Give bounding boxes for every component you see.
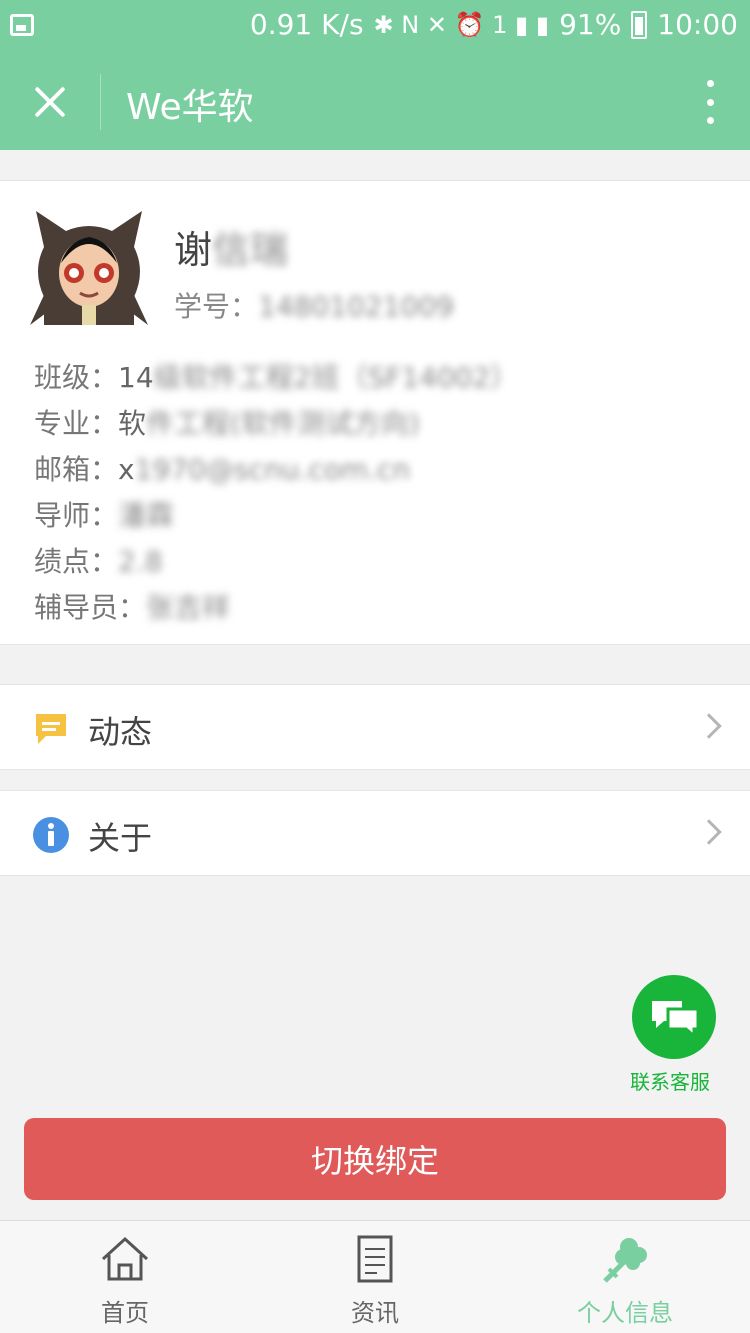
tab-label-home: 首页 (101, 1299, 149, 1327)
app-header: We华软 (0, 52, 750, 150)
status-icons: ✱ N ✕ ⏰ 1 ▮ ▮ (373, 10, 550, 39)
page-title: We华软 (126, 87, 254, 128)
tab-label-news: 资讯 (351, 1299, 399, 1327)
info-list: 班级：14级软件工程2班（SF14002） 专业：软件工程(软件测试方向) 邮箱… (34, 355, 518, 631)
clock: 10:00 (657, 8, 738, 41)
student-name: 谢信瑞 (174, 219, 288, 274)
battery-percent: 91% (559, 8, 622, 41)
chevron-right-icon (696, 713, 722, 739)
status-right: 0.91 K/s ✱ N ✕ ⏰ 1 ▮ ▮ 91% 10:00 (250, 8, 738, 41)
chevron-right-icon (696, 819, 722, 845)
gallery-icon (10, 14, 34, 36)
switch-binding-button[interactable]: 切换绑定 (24, 1118, 726, 1200)
net-speed: 0.91 K/s (249, 8, 364, 41)
close-icon[interactable] (24, 76, 76, 128)
info-counselor: 辅导员：张吉祥 (34, 591, 231, 624)
info-email: 邮箱：x1970@scnu.com.cn (34, 453, 411, 486)
flower-bouquet-icon (603, 1238, 647, 1283)
student-id-redacted: 14801021009 (258, 290, 454, 323)
home-icon (101, 1236, 149, 1281)
tab-profile[interactable]: 个人信息 (500, 1221, 750, 1333)
battery-icon (631, 10, 648, 39)
tab-news[interactable]: 资讯 (250, 1221, 500, 1333)
menu-item-dynamics[interactable]: 动态 (0, 684, 750, 770)
octocat-avatar-icon (30, 211, 148, 325)
customer-service-label: 联系客服 (630, 1070, 710, 1094)
tab-label-profile: 个人信息 (577, 1299, 673, 1327)
info-major: 专业：软件工程(软件测试方向) (34, 407, 420, 440)
header-divider (100, 74, 101, 130)
info-gpa: 绩点：2.8 (34, 545, 163, 578)
info-tutor: 导师：潘霖 (34, 499, 175, 532)
menu-label-about: 关于 (88, 819, 153, 857)
menu-label-dynamics: 动态 (88, 713, 153, 751)
info-icon (33, 817, 69, 853)
document-icon (357, 1235, 393, 1283)
message-icon (36, 714, 66, 744)
chat-bubbles-icon (652, 1001, 700, 1040)
info-class: 班级：14级软件工程2班（SF14002） (34, 361, 519, 394)
menu-item-about[interactable]: 关于 (0, 790, 750, 876)
tab-bar: 首页 资讯 个人信息 (0, 1220, 750, 1333)
tab-home[interactable]: 首页 (0, 1221, 250, 1333)
status-bar: 0.91 K/s ✱ N ✕ ⏰ 1 ▮ ▮ 91% 10:00 (0, 0, 750, 52)
student-id: 学号：14801021009 (174, 290, 454, 323)
customer-service-button[interactable] (632, 975, 716, 1059)
avatar (30, 207, 148, 325)
name-redacted: 信瑞 (212, 228, 289, 272)
profile-card: 谢信瑞 学号：14801021009 班级：14级软件工程2班（SF14002）… (0, 180, 750, 645)
more-menu-icon[interactable] (700, 80, 720, 124)
